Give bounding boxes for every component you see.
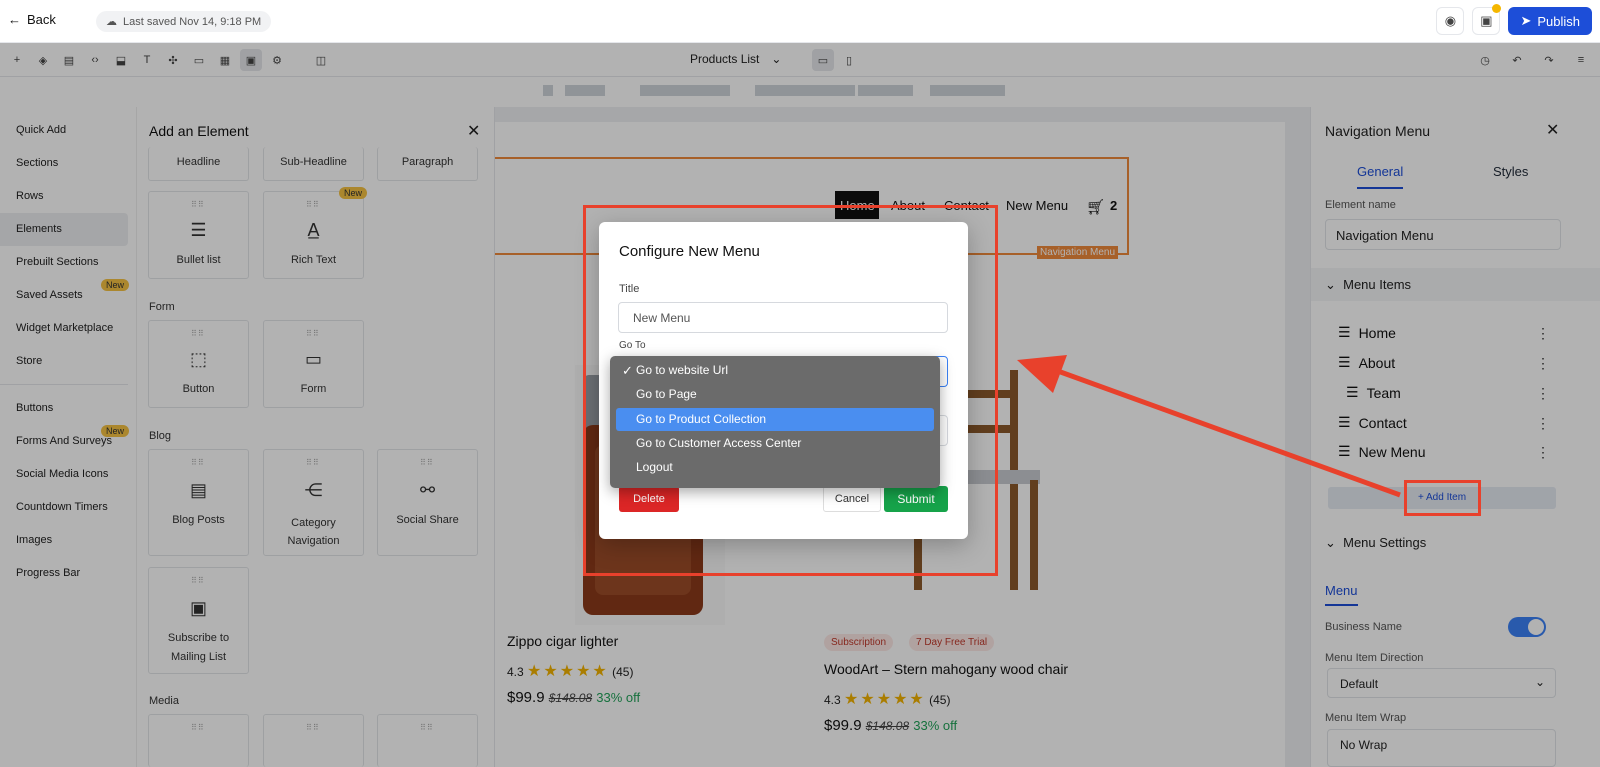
back-label: Back xyxy=(27,12,56,27)
save-button[interactable]: ▣ xyxy=(1472,4,1502,35)
annotation-box-modal xyxy=(583,205,998,576)
annotation-box-add-item xyxy=(1404,480,1481,516)
arrow-left-icon: ← xyxy=(8,12,21,27)
annotation-arrow xyxy=(1017,355,1401,498)
save-icon: ▣ xyxy=(1480,13,1493,28)
publish-label: Publish xyxy=(1537,13,1580,29)
publish-button[interactable]: ➤ Publish xyxy=(1508,7,1592,35)
preview-button[interactable]: ◉ xyxy=(1436,7,1465,35)
cloud-off-icon: ☁ xyxy=(106,16,117,28)
last-saved-text: Last saved Nov 14, 9:18 PM xyxy=(123,15,262,28)
send-icon: ➤ xyxy=(1520,13,1532,28)
last-saved-indicator: ☁ Last saved Nov 14, 9:18 PM xyxy=(96,11,272,32)
topbar-actions: ◉ ▣ ➤ Publish xyxy=(1436,4,1592,35)
eye-icon: ◉ xyxy=(1444,13,1457,28)
unsaved-dot xyxy=(1492,4,1502,13)
top-bar: ← Back ☁ Last saved Nov 14, 9:18 PM ◉ ▣ … xyxy=(0,0,1600,43)
back-button[interactable]: ← Back xyxy=(8,12,56,27)
